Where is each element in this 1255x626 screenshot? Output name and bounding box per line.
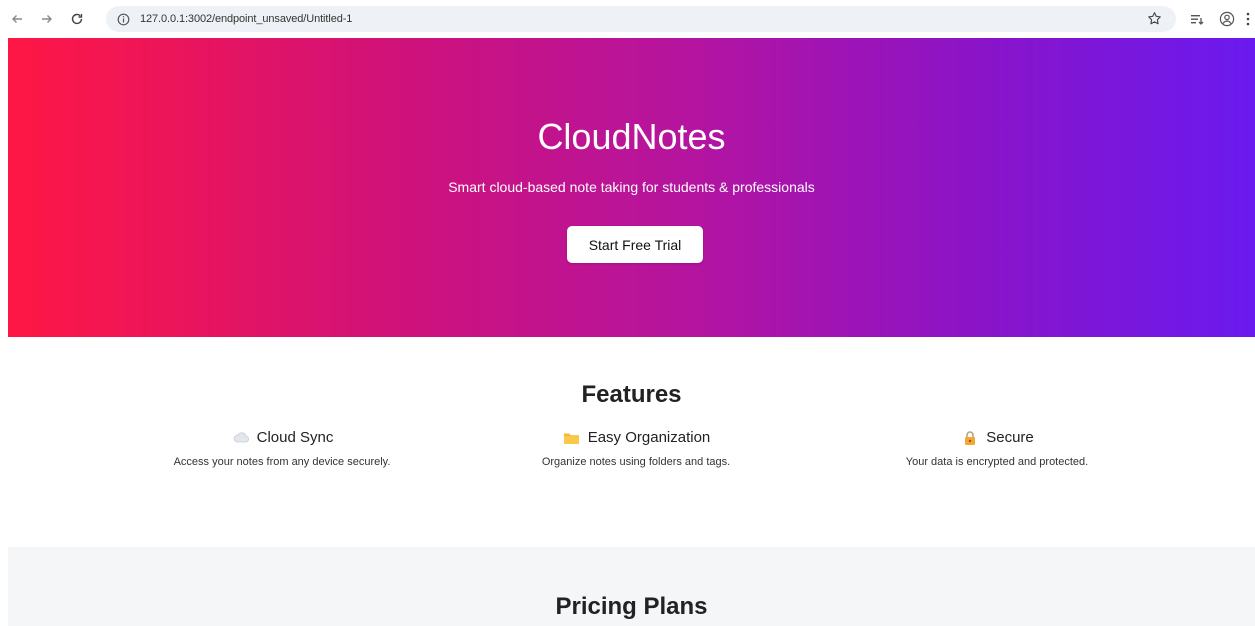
folder-icon (562, 430, 582, 446)
address-bar[interactable]: 127.0.0.1:3002/endpoint_unsaved/Untitled… (106, 6, 1176, 32)
pricing-heading: Pricing Plans (555, 593, 708, 620)
tab-search-icon[interactable] (1187, 9, 1207, 29)
hero-section: CloudNotes Smart cloud-based note taking… (8, 38, 1255, 337)
back-arrow-icon[interactable] (6, 8, 28, 30)
feature-title: Secure (986, 429, 1034, 446)
url-text[interactable]: 127.0.0.1:3002/endpoint_unsaved/Untitled… (140, 13, 352, 25)
feature-card-cloud-sync: Cloud Sync Access your notes from any de… (112, 429, 452, 468)
toolbar-right-icons (1177, 9, 1255, 29)
feature-title: Cloud Sync (256, 429, 334, 446)
feature-card-easy-organization: Easy Organization Organize notes using f… (466, 429, 806, 468)
feature-card-secure: Secure Your data is encrypted and protec… (827, 429, 1167, 468)
menu-kebab-icon[interactable] (1241, 9, 1255, 29)
lock-icon (960, 430, 980, 446)
hero-subtitle: Smart cloud-based note taking for studen… (448, 179, 815, 195)
reload-icon[interactable] (66, 8, 88, 30)
feature-description: Organize notes using folders and tags. (541, 456, 731, 468)
hero-title: CloudNotes (537, 116, 726, 157)
feature-description: Access your notes from any device secure… (173, 456, 391, 468)
feature-title: Easy Organization (587, 429, 711, 446)
cloud-icon (231, 430, 251, 446)
page-viewport: CloudNotes Smart cloud-based note taking… (8, 38, 1255, 626)
pricing-section: Pricing Plans (8, 547, 1255, 626)
profile-icon[interactable] (1217, 9, 1237, 29)
site-info-icon[interactable] (114, 10, 132, 28)
browser-toolbar: 127.0.0.1:3002/endpoint_unsaved/Untitled… (0, 0, 1255, 38)
start-free-trial-button[interactable]: Start Free Trial (567, 226, 703, 263)
bookmark-star-icon[interactable] (1147, 11, 1162, 31)
features-heading: Features (581, 381, 682, 408)
feature-description: Your data is encrypted and protected. (905, 456, 1089, 468)
forward-arrow-icon[interactable] (36, 8, 58, 30)
